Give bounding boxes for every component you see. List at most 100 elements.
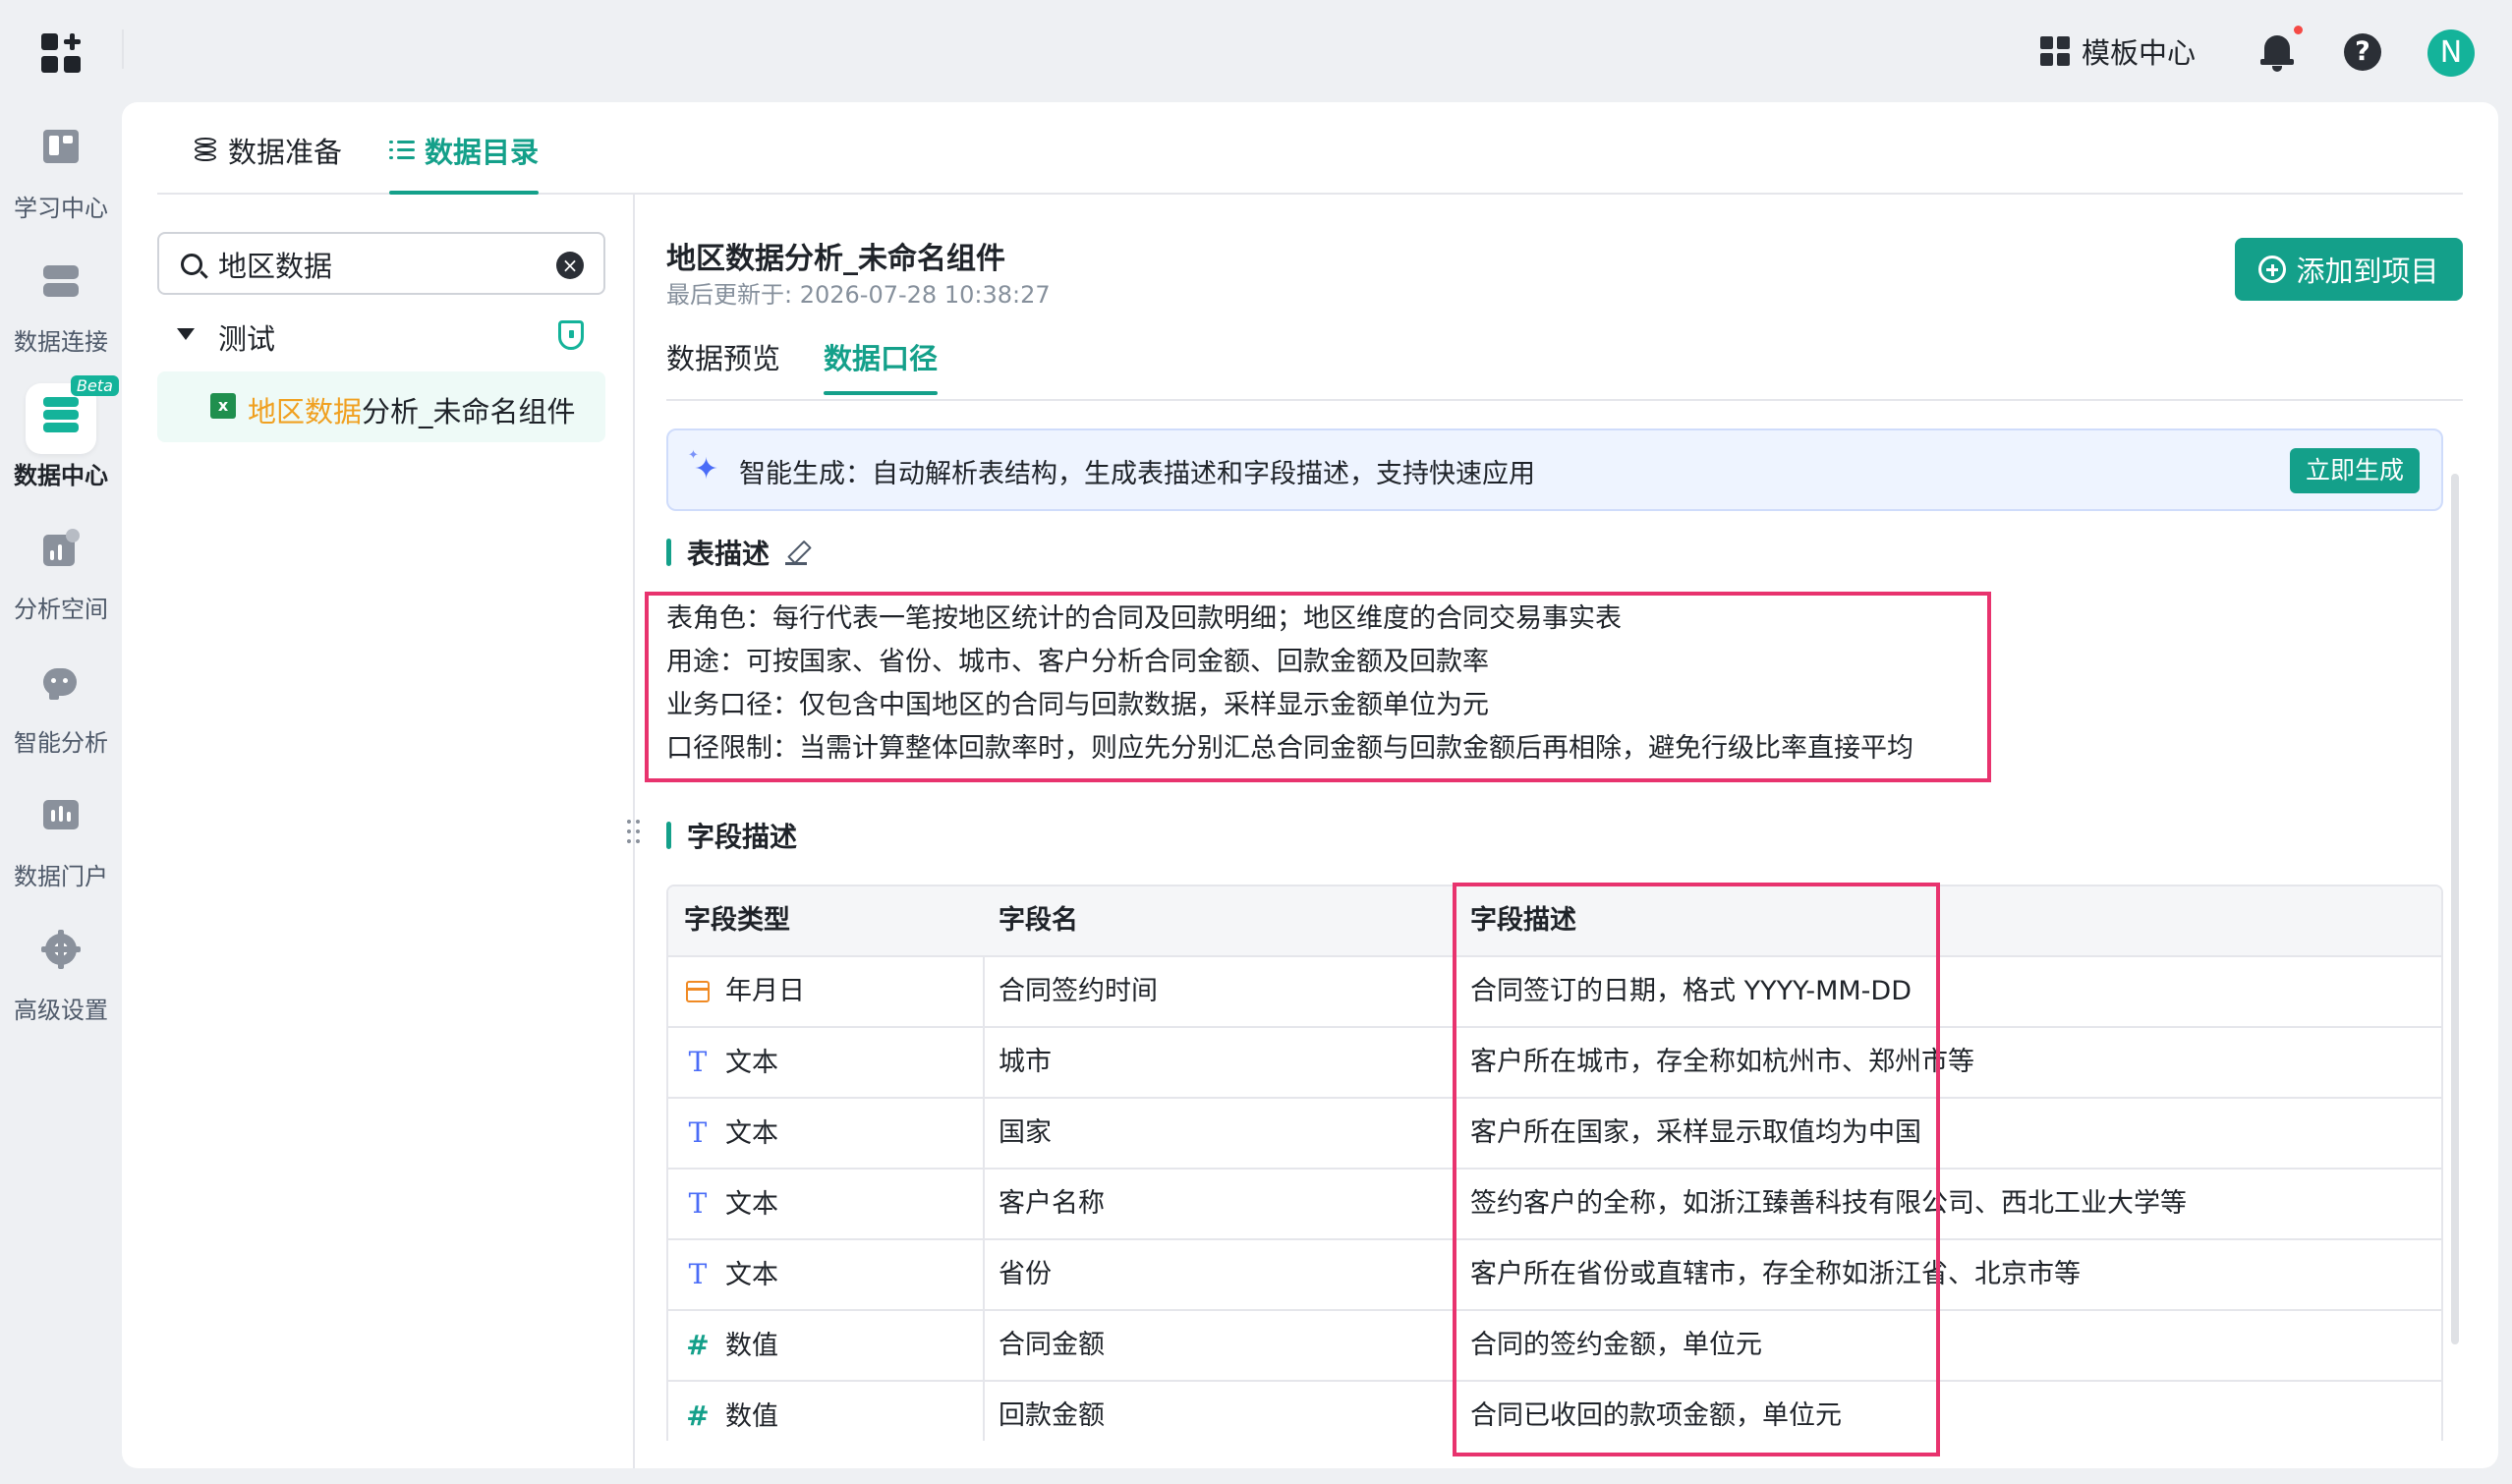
field-name: 回款金额 <box>999 1400 1105 1431</box>
field-name: 合同金额 <box>999 1330 1105 1360</box>
nav-item-advanced-settings[interactable]: 高级设置 <box>0 910 122 1028</box>
top-divider <box>122 29 124 69</box>
field-name: 合同签约时间 <box>999 976 1158 1006</box>
add-to-project-button[interactable]: 添加到项目 <box>2235 238 2463 301</box>
catalog-tree-panel: × 测试 x 地区数据分析_未命名组件 <box>157 195 640 1468</box>
grid-icon <box>2040 36 2070 66</box>
table-desc-text: 表角色：每行代表一笔按地区统计的合同及回款明细；地区维度的合同交易事实表 用途：… <box>666 598 1913 771</box>
gear-icon <box>41 930 81 969</box>
generate-button[interactable]: 立即生成 <box>2290 448 2420 493</box>
field-type: 文本 <box>725 1189 778 1220</box>
tab-label: 数据准备 <box>228 136 343 169</box>
text-icon: T <box>688 1046 708 1078</box>
field-type: 文本 <box>725 1048 778 1078</box>
ai-banner: 智能生成：自动解析表结构，生成表描述和字段描述，支持快速应用 立即生成 <box>666 428 2443 511</box>
sparkle-icon <box>688 448 723 486</box>
nav-item-data-connect[interactable]: 数据连接 <box>0 242 122 360</box>
search-icon <box>181 254 202 275</box>
template-center-button[interactable]: 模板中心 <box>2040 29 2196 73</box>
nav-label: 分析空间 <box>14 596 108 623</box>
leaf-label-rest: 分析_未命名组件 <box>362 395 576 428</box>
field-type: 文本 <box>725 1118 778 1149</box>
desc-line-limit: 口径限制：当需计算整体回款率时，则应先分别汇总合同金额与回款金额后再相除，避免行… <box>666 733 1913 764</box>
caret-down-icon[interactable] <box>177 328 195 340</box>
nav-item-data-portal[interactable]: 数据门户 <box>0 776 122 894</box>
sub-tabs: 数据预览 数据口径 <box>666 322 2463 401</box>
nav-item-smart-analysis[interactable]: 智能分析 <box>0 643 122 761</box>
field-type: 数值 <box>725 1401 778 1432</box>
database-icon <box>193 138 218 163</box>
tab-data-definition[interactable]: 数据口径 <box>824 336 939 395</box>
avatar[interactable]: N <box>2427 29 2475 77</box>
template-center-label: 模板中心 <box>2082 36 2197 70</box>
excel-icon: x <box>210 393 236 419</box>
table-desc-header: 表描述 <box>666 533 811 572</box>
edit-icon[interactable] <box>785 540 811 565</box>
tab-data-preview[interactable]: 数据预览 <box>666 336 780 377</box>
field-name: 国家 <box>999 1117 1052 1148</box>
bot-icon <box>41 662 81 702</box>
folder-label: 测试 <box>218 322 276 356</box>
section-bar <box>666 822 671 849</box>
nav-item-learning[interactable]: 学习中心 <box>0 108 122 226</box>
nav-item-analysis-space[interactable]: 分析空间 <box>0 509 122 627</box>
bell-icon[interactable] <box>2258 26 2303 75</box>
updated-time: 最后更新于: 2026-07-28 10:38:27 <box>666 281 1051 309</box>
desc-line-scope: 业务口径：仅包含中国地区的合同与回款数据，采样显示金额单位为元 <box>666 690 1489 720</box>
field-name: 城市 <box>999 1047 1052 1077</box>
number-icon: # <box>686 1399 710 1432</box>
desc-line-role: 表角色：每行代表一笔按地区统计的合同及回款明细；地区维度的合同交易事实表 <box>666 603 1622 634</box>
shield-icon <box>558 320 584 350</box>
beta-badge: Beta <box>71 375 119 396</box>
desc-line-usage: 用途：可按国家、省份、城市、客户分析合同金额、回款金额及回款率 <box>666 647 1489 677</box>
nav-label: 学习中心 <box>14 195 108 222</box>
search-box[interactable]: × <box>157 232 605 295</box>
section-bar <box>666 539 671 566</box>
nav-label: 数据中心 <box>14 462 108 489</box>
drag-handle-icon[interactable] <box>625 818 645 847</box>
main-card: 数据准备 数据目录 × 测试 x 地区数据分析_未命名组件 <box>122 102 2498 1468</box>
tab-data-catalog[interactable]: 数据目录 <box>389 130 540 195</box>
field-type: 数值 <box>725 1331 778 1361</box>
tab-data-prep[interactable]: 数据准备 <box>193 130 342 171</box>
chart-icon <box>41 529 81 568</box>
field-type: 年月日 <box>725 976 805 1006</box>
field-desc-title: 字段描述 <box>687 821 798 853</box>
text-icon: T <box>688 1258 708 1290</box>
col-header-type: 字段类型 <box>684 905 790 936</box>
page-title: 地区数据分析_未命名组件 <box>666 242 1005 276</box>
scrollbar[interactable] <box>2451 474 2459 1344</box>
field-desc-highlight-box <box>1453 883 1940 1456</box>
server-icon <box>41 261 81 301</box>
calendar-icon <box>686 981 710 1002</box>
number-icon: # <box>686 1329 710 1361</box>
field-desc-header: 字段描述 <box>666 816 797 855</box>
clear-icon[interactable]: × <box>556 252 584 279</box>
nav-label: 数据门户 <box>14 863 108 890</box>
leaf-label: 地区数据分析_未命名组件 <box>248 389 576 430</box>
field-type: 文本 <box>725 1260 778 1290</box>
text-icon: T <box>688 1187 708 1220</box>
nav-label: 智能分析 <box>14 729 108 757</box>
tab-label: 数据目录 <box>425 136 540 169</box>
search-input[interactable] <box>218 244 552 285</box>
field-name: 客户名称 <box>999 1188 1105 1219</box>
field-name: 省份 <box>999 1259 1052 1289</box>
tree-folder[interactable]: 测试 <box>157 309 605 364</box>
nav-item-data-center[interactable]: Beta 数据中心 <box>0 375 122 493</box>
list-icon <box>389 139 415 162</box>
col-header-name: 字段名 <box>999 905 1078 936</box>
tree-leaf-selected[interactable]: x 地区数据分析_未命名组件 <box>157 371 605 442</box>
top-bar: 模板中心 ? N <box>0 0 2512 102</box>
nav-label: 高级设置 <box>14 997 108 1024</box>
help-icon[interactable]: ? <box>2344 33 2381 71</box>
text-icon: T <box>688 1116 708 1149</box>
database-icon <box>41 395 81 434</box>
app-grid-icon[interactable] <box>41 33 81 73</box>
ai-banner-text: 智能生成：自动解析表结构，生成表描述和字段描述，支持快速应用 <box>739 459 1535 489</box>
table-desc-title: 表描述 <box>687 538 771 570</box>
notification-dot <box>2294 26 2303 34</box>
top-tabs: 数据准备 数据目录 <box>157 102 2463 195</box>
nav-label: 数据连接 <box>14 328 108 356</box>
add-button-label: 添加到项目 <box>2296 255 2439 288</box>
